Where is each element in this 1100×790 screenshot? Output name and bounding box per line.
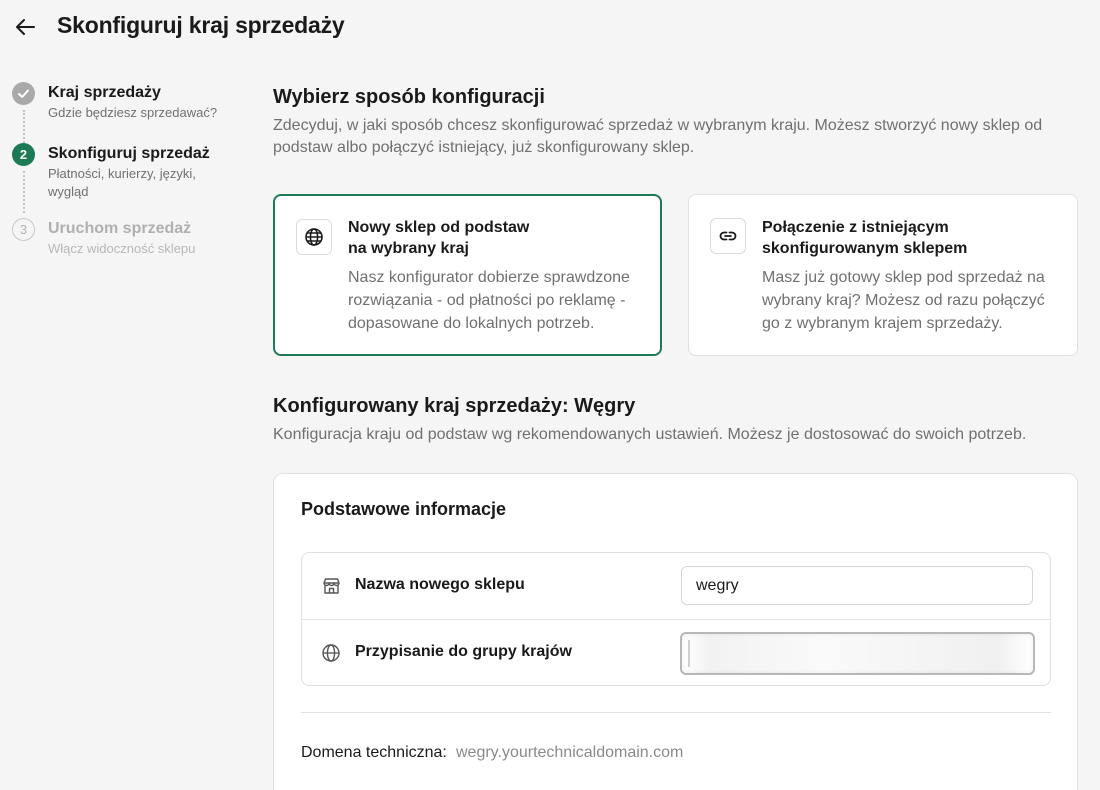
config-method-description: Zdecyduj, w jaki sposób chcesz skonfigur…: [273, 117, 1043, 156]
step-kraj-sprzedazy[interactable]: Kraj sprzedaży Gdzie będziesz sprzedawać…: [12, 82, 252, 122]
option-connect-existing[interactable]: Połączenie z istniejącym skonfigurowanym…: [688, 194, 1078, 356]
select-caret: [688, 640, 690, 667]
field-row-country-group: Przypisanie do grupy krajów: [302, 619, 1050, 685]
step-uruchom-sprzedaz: 3 Uruchom sprzedaż Włącz widoczność skle…: [12, 218, 252, 258]
country-config-title: Konfigurowany kraj sprzedaży: Węgry: [273, 395, 636, 417]
globe-icon: [320, 642, 342, 664]
link-icon: [710, 218, 746, 254]
step-title: Uruchom sprzedaż: [48, 220, 192, 237]
step-title: Kraj sprzedaży: [48, 84, 161, 101]
technical-domain-value: wegry.yourtechnicaldomain.com: [456, 744, 684, 761]
option-description: Nasz konfigurator dobierze sprawdzone ro…: [348, 269, 630, 332]
country-config-description: Konfiguracja kraju od podstaw wg rekomen…: [273, 426, 1027, 443]
step-number: 2: [12, 143, 35, 166]
step-subtitle: Gdzie będziesz sprzedawać?: [48, 105, 218, 120]
divider: [301, 712, 1051, 713]
step-title: Skonfiguruj sprzedaż: [48, 145, 210, 162]
basic-info-title: Podstawowe informacje: [301, 499, 507, 519]
page-title: Skonfiguruj kraj sprzedaży: [57, 12, 345, 38]
technical-domain-label: Domena techniczna:: [301, 744, 447, 761]
arrow-left-icon: [16, 19, 35, 35]
page-header: Skonfiguruj kraj sprzedaży: [0, 0, 1100, 56]
config-method-title: Wybierz sposób konfiguracji: [273, 86, 545, 108]
option-description: Masz już gotowy sklep pod sprzedaż na wy…: [762, 269, 1045, 332]
back-button[interactable]: [12, 14, 38, 40]
country-group-label: Przypisanie do grupy krajów: [355, 643, 572, 660]
step-subtitle: Płatności, kurierzy, języki, wygląd: [48, 166, 196, 199]
country-group-select[interactable]: [680, 632, 1035, 675]
step-subtitle: Włącz widoczność sklepu: [48, 241, 196, 256]
shop-name-input[interactable]: [681, 566, 1033, 605]
step-number: 3: [12, 218, 35, 241]
option-title: Nowy sklep od podstaw na wybrany kraj: [348, 219, 530, 257]
shop-name-label: Nazwa nowego sklepu: [355, 576, 525, 593]
check-icon: [12, 82, 35, 105]
option-title: Połączenie z istniejącym skonfigurowanym…: [762, 219, 968, 257]
basic-info-fields: Nazwa nowego sklepu Przypisanie do grupy…: [301, 552, 1051, 686]
option-new-shop[interactable]: Nowy sklep od podstaw na wybrany kraj Na…: [273, 194, 662, 356]
step-skonfiguruj-sprzedaz[interactable]: 2 Skonfiguruj sprzedaż Płatności, kurier…: [12, 143, 252, 201]
field-row-shop-name: Nazwa nowego sklepu: [302, 553, 1050, 619]
store-icon: [320, 575, 342, 597]
globe-icon: [296, 219, 332, 255]
basic-info-card: Podstawowe informacje Nazwa nowego sklep…: [273, 473, 1078, 790]
